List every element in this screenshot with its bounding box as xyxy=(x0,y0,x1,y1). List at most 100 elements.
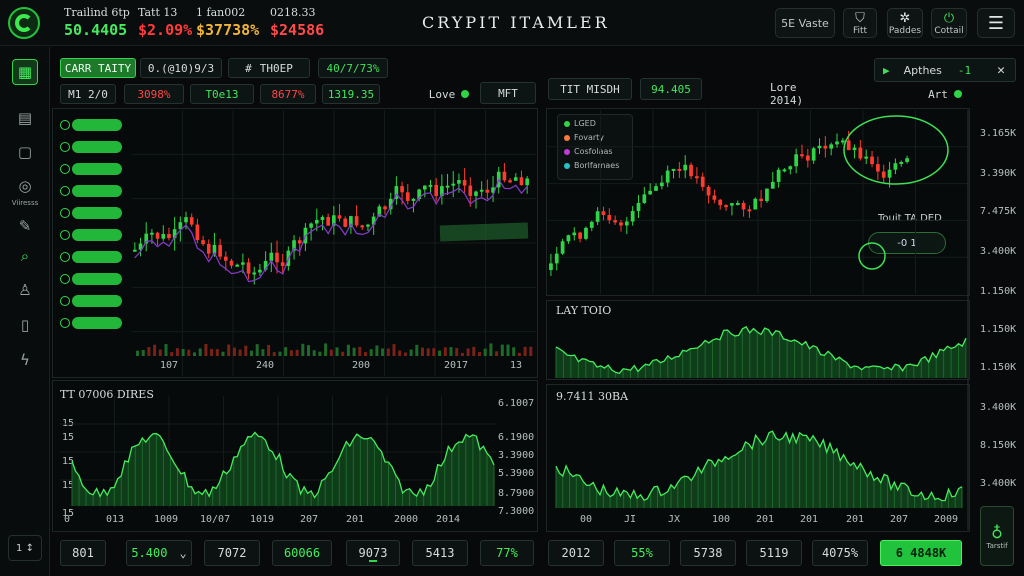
lower-right-title: 9.7411 30BA xyxy=(556,390,629,403)
chevron-down-icon[interactable]: ⌄ xyxy=(179,546,186,560)
power-button[interactable]: ⏻ Cottail xyxy=(931,8,967,38)
menu-button[interactable]: ☰ xyxy=(977,8,1015,38)
right-tab-2[interactable]: 94.405 xyxy=(640,78,702,100)
legend-item-1[interactable]: Fovarty xyxy=(564,133,604,142)
art-toggle[interactable]: Art xyxy=(924,84,966,104)
footer-value-label: 6 4848K xyxy=(895,546,947,560)
tab-4[interactable]: 40/7/73% xyxy=(318,58,388,78)
ticker-0[interactable]: Trailind 6tp 50.4405 xyxy=(64,6,130,39)
footer-value-label: 5119 xyxy=(759,546,789,560)
indicator-pill[interactable] xyxy=(72,163,122,175)
x-tick-label: 201 xyxy=(756,514,775,525)
rail-bottom-toggle[interactable]: 1 ↕ xyxy=(8,535,42,561)
indicator-toggle-icon[interactable] xyxy=(60,318,70,328)
footer-value-7[interactable]: 2012 xyxy=(548,540,604,566)
date-range[interactable]: Lore 2014) xyxy=(770,81,832,107)
footer-value-3[interactable]: 60066 xyxy=(272,540,332,566)
y-tick-label: 3.3900 xyxy=(498,450,535,461)
view-button[interactable]: 5E Vaste xyxy=(775,8,835,38)
footer-value-10[interactable]: 5119 xyxy=(746,540,802,566)
x-tick-label: 2009 xyxy=(934,514,959,525)
footer-value-11[interactable]: 4075% xyxy=(812,540,868,566)
play-icon: ▶ xyxy=(883,63,890,77)
notice-bar[interactable]: ▶ Apthes -1 ✕ xyxy=(874,58,1016,82)
x-tick-label: 201 xyxy=(800,514,819,525)
legend-item-3[interactable]: Borlfamaes xyxy=(564,161,619,170)
search-icon[interactable]: ⌕ xyxy=(12,243,38,269)
footer-value-8[interactable]: 55% xyxy=(614,540,670,566)
app-title: CRYPIT ITAMLER xyxy=(422,13,610,32)
indicator-toggle-icon[interactable] xyxy=(60,208,70,218)
ticker-2[interactable]: 1 fan002 $37738% xyxy=(196,6,259,39)
shield-button[interactable]: ⛉ Fitt xyxy=(843,8,877,38)
area-panel-right xyxy=(546,384,970,532)
footer-value-0[interactable]: 801 xyxy=(60,540,106,566)
x-tick-label: 240 xyxy=(256,360,275,371)
x-tick-label: 107 xyxy=(160,360,179,371)
bolt-icon[interactable]: ϟ xyxy=(12,347,38,373)
ticker-3[interactable]: 0218.33 $24586 xyxy=(270,6,324,39)
footer-value-label: 5.400 xyxy=(131,546,168,560)
indicator-toggle-icon[interactable] xyxy=(60,296,70,306)
mft-button[interactable]: MFT xyxy=(480,82,536,104)
hamburger-icon: ☰ xyxy=(987,12,1005,34)
wallet-icon[interactable]: ▢ xyxy=(12,139,38,165)
ticker-label: Trailind 6tp xyxy=(64,6,130,19)
footer-value-4[interactable]: 9073 xyxy=(346,540,400,566)
buy-button[interactable]: 6 4848K xyxy=(880,540,962,566)
device-icon[interactable]: ▯ xyxy=(12,312,38,338)
indicator-pill[interactable] xyxy=(72,317,122,329)
view-button-label: 5E Vaste xyxy=(781,16,829,30)
indicator-pill[interactable] xyxy=(72,295,122,307)
footer-value-5[interactable]: 5413 xyxy=(412,540,468,566)
gear-icon: ✲ xyxy=(899,10,911,26)
y-tick-label: 6.1900 xyxy=(498,432,535,443)
footer-value-1[interactable]: 5.400 ⌄ xyxy=(126,540,192,566)
power-icon: ⏻ xyxy=(943,10,955,26)
art-label: Art xyxy=(928,87,948,101)
tab-3[interactable]: # TH0EP xyxy=(228,58,310,78)
x-tick-label: 2014 xyxy=(436,514,461,525)
indicator-toggle-icon[interactable] xyxy=(60,230,70,240)
y-tick-label: 8.150K xyxy=(980,440,1017,451)
indicator-pill[interactable] xyxy=(72,185,122,197)
indicator-pill[interactable] xyxy=(72,119,122,131)
footer-value-9[interactable]: 5738 xyxy=(680,540,736,566)
ticker-1[interactable]: Tatt 13 $2.09% xyxy=(138,6,192,39)
indicator-toggle-icon[interactable] xyxy=(60,120,70,130)
right-tab-1[interactable]: TIT MISDH xyxy=(548,78,632,100)
tab-2[interactable]: 0.(@10)9/3 xyxy=(140,58,222,78)
indicator-pill[interactable] xyxy=(72,229,122,241)
indicator-toggle-icon[interactable] xyxy=(60,274,70,284)
legend-swatch xyxy=(564,148,570,155)
close-icon[interactable]: ✕ xyxy=(997,63,1005,78)
indicator-toggle-icon[interactable] xyxy=(60,252,70,262)
legend-item-2[interactable]: Cosfolaas xyxy=(564,147,613,156)
love-toggle[interactable]: Love xyxy=(424,84,474,104)
indicator-toggle-icon[interactable] xyxy=(60,164,70,174)
chart-icon[interactable]: ▤ xyxy=(12,105,38,131)
indicator-pill[interactable] xyxy=(72,207,122,219)
indicator-pill[interactable] xyxy=(72,251,122,263)
indicator-pill[interactable] xyxy=(72,273,122,285)
app-logo[interactable] xyxy=(8,7,40,39)
ticker-value: $37738% xyxy=(196,21,260,39)
wallet-widget[interactable]: ♁ Tarstif xyxy=(980,506,1014,566)
globe-icon[interactable]: ◎ xyxy=(12,173,38,199)
indicator-toggle-icon[interactable] xyxy=(60,186,70,196)
footer-value-2[interactable]: 7072 xyxy=(204,540,260,566)
mid-right-title: LAY TOIO xyxy=(556,304,612,317)
footer-value-6[interactable]: 77% xyxy=(480,540,534,566)
legend-item-0[interactable]: LGED xyxy=(564,119,596,128)
pen-icon[interactable]: ✎ xyxy=(12,213,38,239)
tab-active[interactable]: CARR TAITY xyxy=(60,58,136,78)
settings-button[interactable]: ✲ Paddes xyxy=(887,8,923,38)
y-tick-label: 3.400K xyxy=(980,246,1017,257)
indicator-pill[interactable] xyxy=(72,141,122,153)
user-icon[interactable]: ♙ xyxy=(12,277,38,303)
legend-swatch xyxy=(564,120,570,127)
dashboard-icon[interactable]: ▦ xyxy=(12,59,38,85)
globe-label: Viiresss xyxy=(11,199,39,207)
tooltip-value[interactable]: -0 1 xyxy=(868,232,946,254)
indicator-toggle-icon[interactable] xyxy=(60,142,70,152)
